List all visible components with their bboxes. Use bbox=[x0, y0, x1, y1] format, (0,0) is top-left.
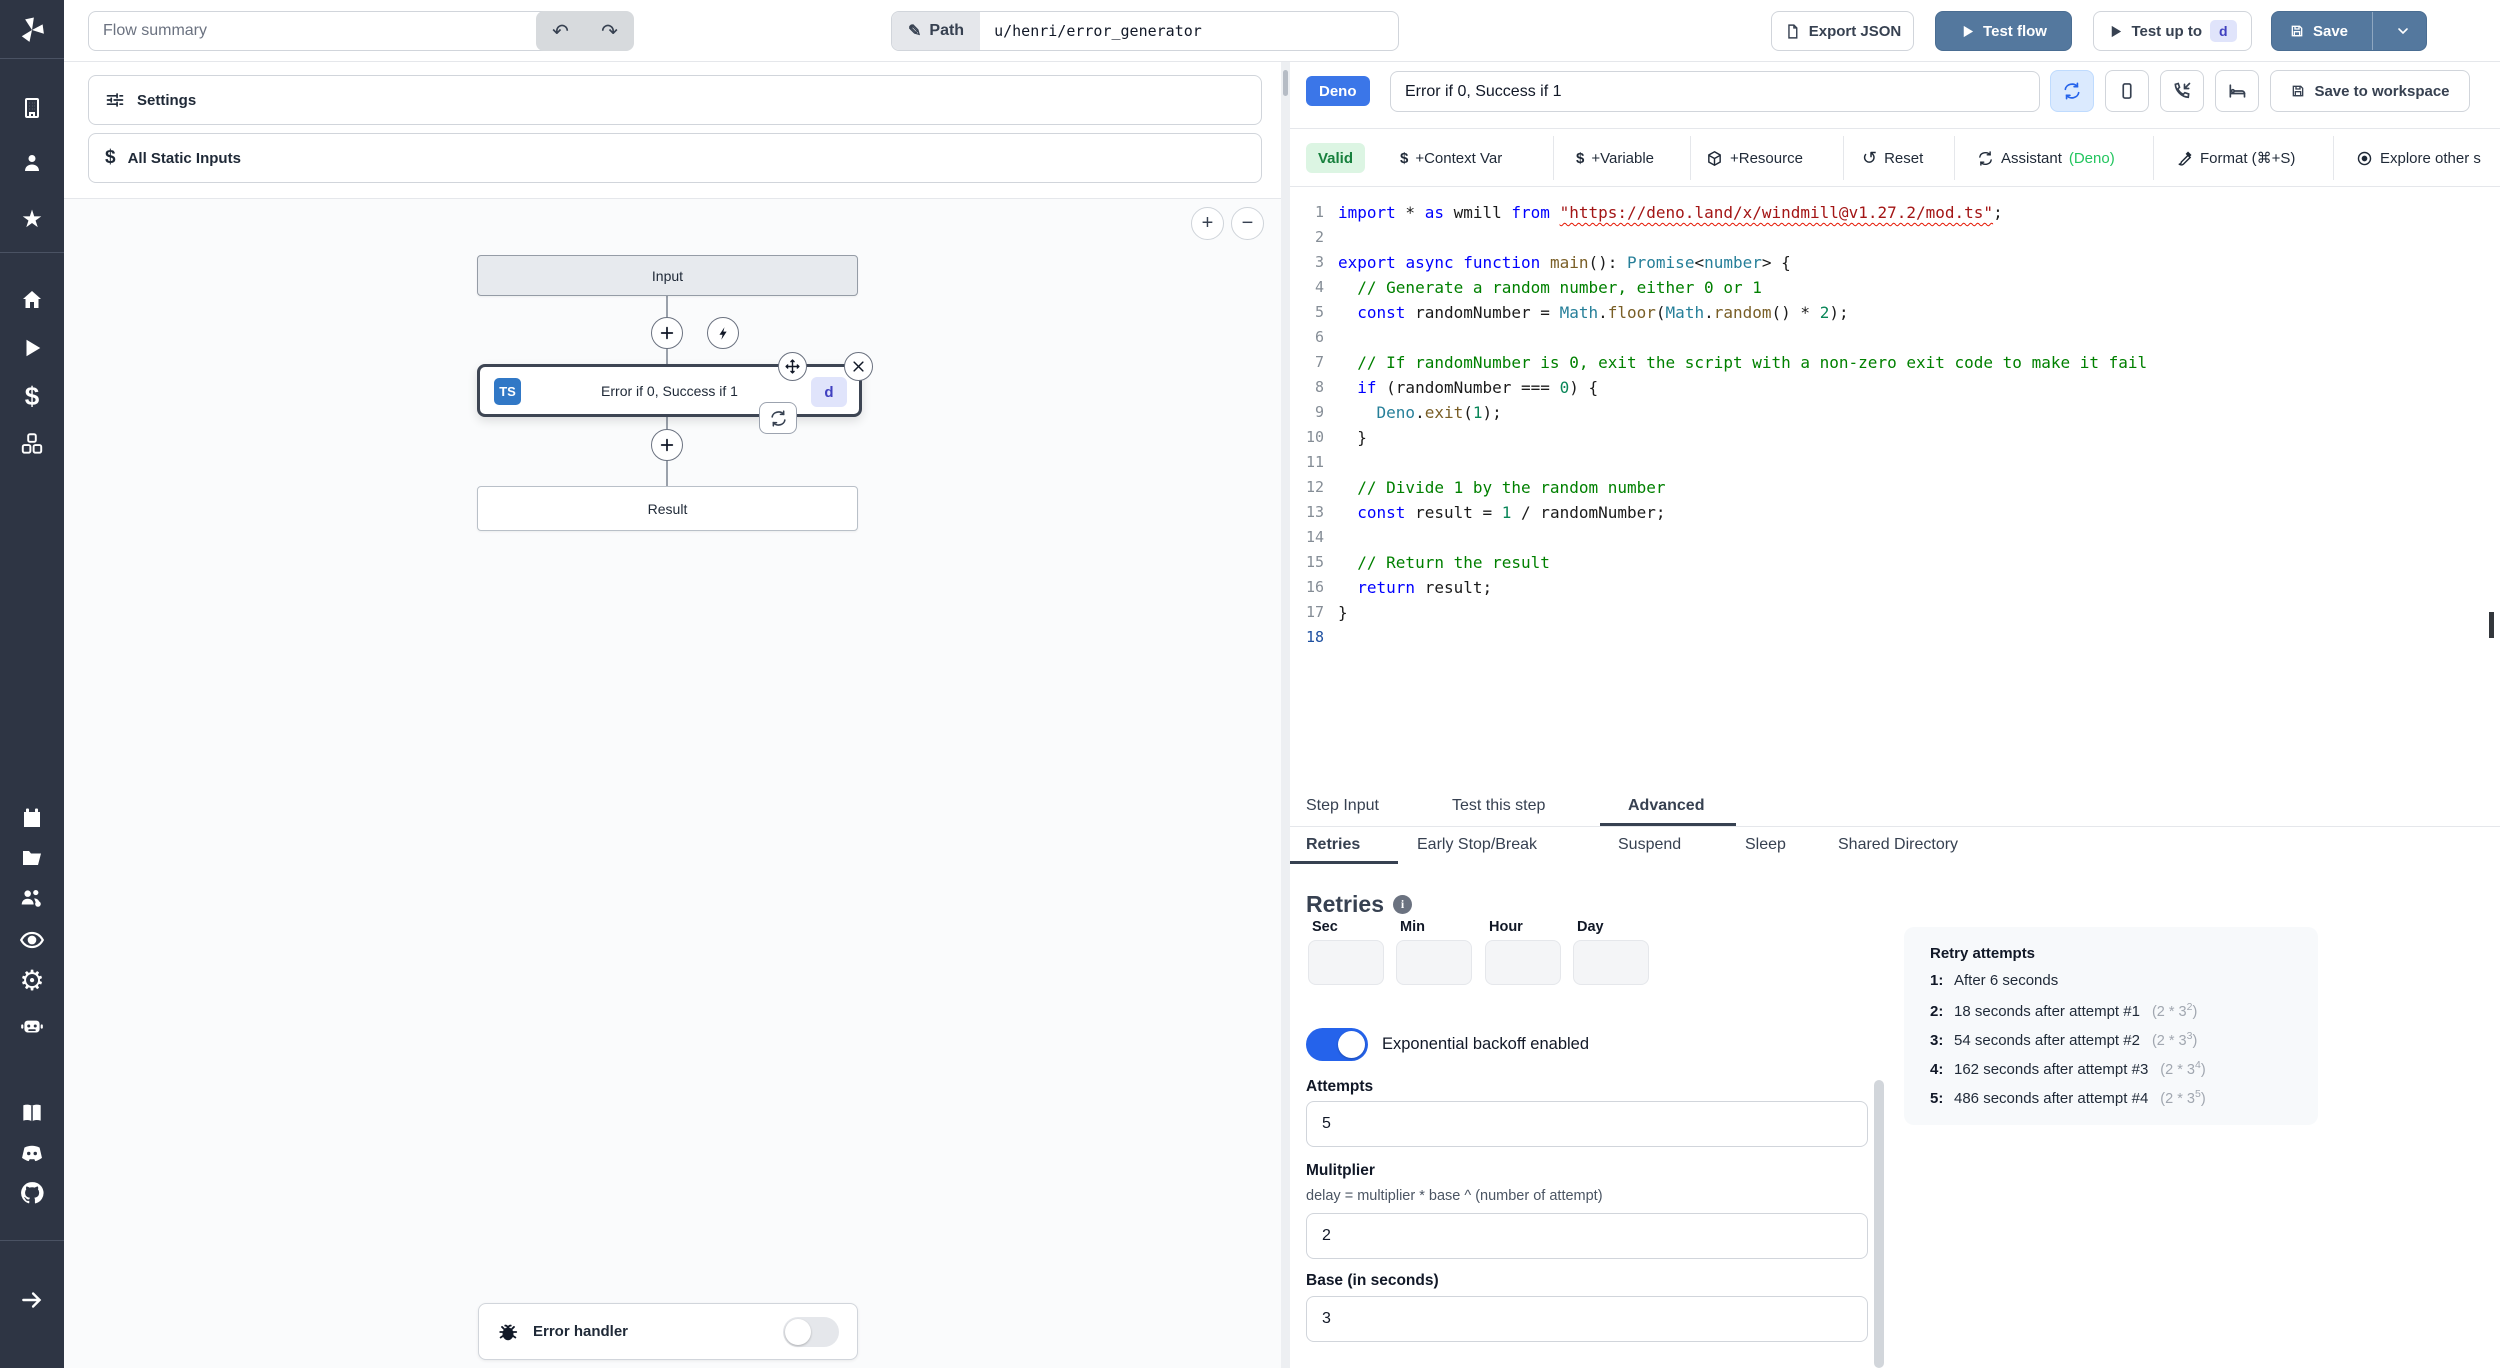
toggle-knob bbox=[785, 1318, 811, 1345]
sidebar: ★ $ ⚙ bbox=[0, 0, 64, 1368]
flow-result-node[interactable]: Result bbox=[477, 486, 858, 531]
dollar-icon: $ bbox=[105, 147, 116, 168]
user-icon bbox=[25, 155, 39, 171]
plus-icon bbox=[660, 326, 674, 340]
sliders-icon bbox=[106, 93, 124, 107]
sidebar-item-variables[interactable]: $ bbox=[0, 378, 64, 414]
insert-trigger-button[interactable] bbox=[707, 317, 739, 349]
step-retry-indicator-button[interactable] bbox=[759, 402, 797, 434]
typescript-badge: TS bbox=[494, 378, 521, 405]
gear-icon: ⚙ bbox=[19, 965, 45, 996]
windmill-logo-icon[interactable] bbox=[0, 12, 64, 48]
zoom-in-button[interactable]: + bbox=[1191, 207, 1224, 240]
sidebar-item-runs[interactable] bbox=[0, 330, 64, 366]
plus-icon: + bbox=[1201, 212, 1214, 234]
all-static-inputs-label: All Static Inputs bbox=[127, 149, 241, 167]
sidebar-item-folders[interactable] bbox=[0, 840, 64, 876]
input-node-label: Input bbox=[651, 267, 684, 284]
repeat-icon bbox=[770, 409, 786, 427]
move-icon bbox=[785, 359, 800, 374]
sidebar-item-audit-logs[interactable] bbox=[0, 922, 64, 958]
dollar-icon: $ bbox=[24, 381, 40, 411]
sidebar-item-settings[interactable]: ⚙ bbox=[0, 963, 64, 999]
sidebar-item-schedules[interactable] bbox=[0, 800, 64, 836]
step-node-label: Error if 0, Success if 1 bbox=[601, 382, 738, 399]
result-node-label: Result bbox=[647, 500, 688, 517]
cubes-icon bbox=[21, 433, 43, 454]
delete-step-button[interactable] bbox=[844, 352, 873, 381]
sidebar-item-groups[interactable] bbox=[0, 880, 64, 916]
sidebar-divider bbox=[0, 1240, 64, 1241]
sidebar-divider bbox=[0, 58, 64, 59]
sidebar-item-home[interactable] bbox=[0, 282, 64, 318]
sidebar-divider bbox=[0, 252, 64, 253]
discord-icon bbox=[22, 1145, 42, 1162]
robot-icon bbox=[21, 1020, 43, 1033]
flow-settings-button[interactable]: Settings bbox=[88, 75, 1262, 125]
move-step-button[interactable] bbox=[778, 352, 807, 381]
github-icon bbox=[21, 1182, 44, 1204]
topbar bbox=[64, 0, 2500, 62]
error-handler-label: Error handler bbox=[533, 1323, 629, 1340]
user-group-gear-icon bbox=[21, 889, 42, 908]
flow-input-node[interactable]: Input bbox=[477, 255, 858, 296]
insert-step-button[interactable] bbox=[651, 429, 683, 461]
windmill-flow-editor: ★ $ ⚙ Flow summary ↶ ↷ ✎ Path u/henri/er… bbox=[0, 0, 2500, 1368]
minus-icon: − bbox=[1241, 212, 1254, 234]
insert-step-button[interactable] bbox=[651, 317, 683, 349]
folder-icon bbox=[23, 851, 41, 865]
eye-icon bbox=[19, 931, 45, 949]
sidebar-item-docs[interactable] bbox=[0, 1095, 64, 1131]
sidebar-item-workers[interactable] bbox=[0, 1008, 64, 1044]
step-id-badge: d bbox=[811, 377, 847, 407]
play-icon bbox=[26, 339, 41, 357]
star-icon: ★ bbox=[21, 206, 43, 233]
error-handler-toggle[interactable] bbox=[783, 1316, 839, 1347]
sidebar-item-workspace[interactable] bbox=[0, 90, 64, 126]
sidebar-item-favorites[interactable]: ★ bbox=[0, 202, 64, 238]
lightning-icon bbox=[718, 326, 727, 340]
sidebar-item-user[interactable] bbox=[0, 145, 64, 181]
book-icon bbox=[23, 1104, 41, 1122]
home-icon bbox=[23, 291, 41, 308]
all-static-inputs-button[interactable]: $ All Static Inputs bbox=[88, 133, 1262, 183]
error-handler-row: Error handler bbox=[478, 1303, 858, 1360]
bug-icon bbox=[499, 1324, 518, 1340]
sidebar-item-github[interactable] bbox=[0, 1175, 64, 1211]
calendar-icon bbox=[24, 808, 40, 827]
building-icon bbox=[25, 98, 39, 118]
plus-icon bbox=[660, 438, 674, 452]
settings-label: Settings bbox=[137, 91, 197, 109]
close-icon bbox=[853, 361, 864, 372]
sidebar-expand-button[interactable] bbox=[0, 1282, 64, 1318]
arrow-right-icon bbox=[22, 1292, 42, 1308]
sidebar-item-discord[interactable] bbox=[0, 1135, 64, 1171]
sidebar-item-resources[interactable] bbox=[0, 426, 64, 462]
zoom-out-button[interactable]: − bbox=[1231, 207, 1264, 240]
